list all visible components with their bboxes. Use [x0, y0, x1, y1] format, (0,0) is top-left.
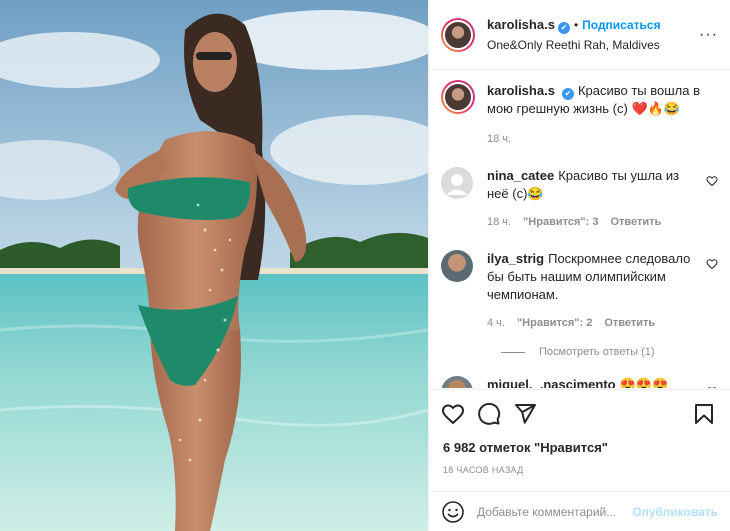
comment-text: 😍😍😍: [619, 377, 669, 388]
comment-username[interactable]: ilya_strig: [487, 251, 544, 266]
comment-avatar[interactable]: [441, 376, 473, 388]
reply-button[interactable]: Ответить: [604, 317, 655, 329]
emoji-icon[interactable]: [441, 500, 465, 524]
verified-icon: ✔: [557, 22, 570, 34]
likes-count[interactable]: 6 982 отметок "Нравится": [429, 440, 730, 455]
like-icon[interactable]: [441, 402, 465, 426]
comment-item: ilya_strig Поскромнее следовало бы быть н…: [441, 250, 718, 332]
caption-time[interactable]: 18 ч.: [487, 133, 511, 145]
save-icon[interactable]: [692, 402, 716, 426]
default-avatar-icon: [441, 167, 473, 199]
caption-username[interactable]: karolisha.s: [487, 83, 555, 98]
comment-avatar[interactable]: [441, 250, 473, 282]
author-avatar[interactable]: [441, 17, 475, 52]
comment-item: miguel._.nascimento 😍😍😍: [441, 376, 718, 388]
comments-list[interactable]: karolisha.s ✔ Красиво ты вошла в мою грешн…: [429, 71, 730, 388]
post-side-panel: karolisha.s ✔ • Подписаться One&Only Reethi…: [428, 0, 730, 531]
post-timestamp[interactable]: 18 ЧАСОВ НАЗАД: [429, 465, 730, 475]
caption-item: karolisha.s ✔ Красиво ты вошла в мою грешн…: [441, 80, 718, 148]
publish-button[interactable]: Опубликовать: [632, 505, 718, 519]
caption-avatar[interactable]: [441, 80, 475, 114]
comment-username[interactable]: nina_catee: [487, 168, 554, 183]
comment-likes[interactable]: "Нравится": 3: [523, 216, 598, 228]
comment-like-icon[interactable]: [706, 386, 718, 388]
replies-divider: [501, 351, 525, 353]
post-actions: 6 982 отметок "Нравится" 18 ЧАСОВ НАЗАД …: [429, 389, 730, 531]
post-location[interactable]: One&Only Reethi Rah, Maldives: [487, 38, 661, 52]
more-icon[interactable]: ···: [699, 26, 718, 44]
add-comment-bar: Опубликовать: [429, 491, 730, 531]
comment-avatar[interactable]: [441, 167, 473, 199]
reply-button[interactable]: Ответить: [610, 216, 661, 228]
post-photo[interactable]: [0, 0, 428, 531]
comment-input[interactable]: [477, 504, 633, 519]
comment-time[interactable]: 18 ч.: [487, 216, 511, 228]
comment-username[interactable]: miguel._.nascimento: [487, 377, 616, 388]
separator-dot: •: [573, 18, 579, 32]
comment-time[interactable]: 4 ч.: [487, 317, 505, 329]
comment-like-icon[interactable]: [706, 258, 718, 270]
view-replies-label: Посмотреть ответы (1): [539, 346, 655, 358]
verified-icon: ✔: [561, 88, 574, 100]
follow-button[interactable]: Подписаться: [582, 18, 660, 32]
comment-like-icon[interactable]: [706, 175, 718, 187]
comment-likes[interactable]: "Нравится": 2: [517, 317, 592, 329]
comment-icon[interactable]: [477, 402, 501, 426]
author-username[interactable]: karolisha.s: [487, 17, 555, 32]
beach-photo-image: [0, 0, 428, 531]
share-icon[interactable]: [513, 402, 537, 426]
comment-item: nina_catee Красиво ты ушла из неё (с)😂 18…: [441, 167, 718, 231]
post-header: karolisha.s ✔ • Подписаться One&Only Reethi…: [429, 0, 730, 70]
view-replies-button[interactable]: Посмотреть ответы (1): [501, 346, 718, 358]
